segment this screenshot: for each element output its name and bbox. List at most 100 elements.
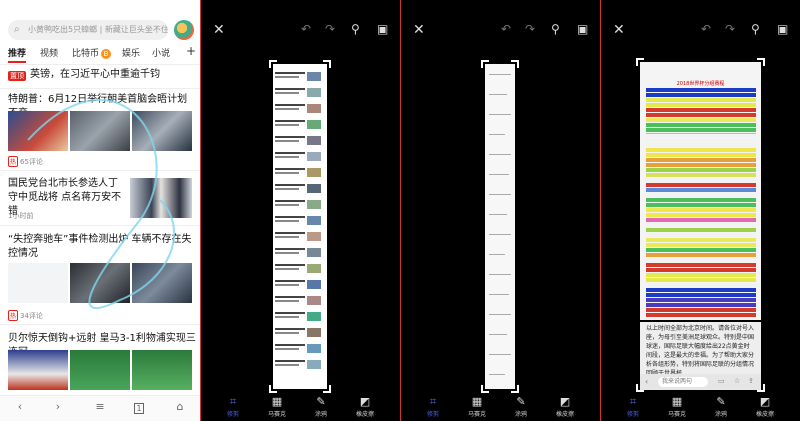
- save-icon[interactable]: ▣: [577, 22, 588, 36]
- crop-handle[interactable]: [636, 384, 644, 392]
- close-icon[interactable]: ✕: [213, 22, 225, 38]
- sheet-row: [646, 298, 756, 302]
- redo-icon[interactable]: ↷: [725, 22, 735, 36]
- mosaic-tool[interactable]: ▦ 马赛克: [457, 395, 497, 418]
- crop-handle[interactable]: [269, 60, 277, 68]
- news-meta: 热 65评论: [8, 156, 43, 167]
- close-icon[interactable]: ✕: [413, 22, 425, 38]
- sheet-row: [646, 133, 756, 137]
- thumb-row: [275, 328, 323, 338]
- bitcoin-badge: B: [101, 49, 112, 59]
- crop-handle[interactable]: [323, 385, 331, 393]
- editor-toolbar: ✕ ↶ ↷ ⚲ ▣: [601, 0, 800, 50]
- sheet-row: [646, 213, 756, 217]
- home-icon[interactable]: ⌂: [172, 400, 188, 413]
- schedule-sheet[interactable]: 2018世界杯分组赛程: [640, 62, 761, 320]
- brush-tool[interactable]: ✎ 涂鸦: [501, 395, 541, 418]
- long-screenshot[interactable]: [273, 64, 327, 389]
- text-line: [489, 154, 511, 155]
- add-tab-button[interactable]: +: [186, 44, 196, 58]
- bottom-nav: ‹ › ≡ 1 ⌂: [0, 395, 200, 421]
- tab-novel[interactable]: 小说: [152, 46, 170, 59]
- news-image: [132, 263, 192, 303]
- sheet-row: [646, 233, 756, 237]
- search-input[interactable]: ⌕ 小黄鸭吃出5只蟑螂 | 新藏让巨头坐不住: [8, 20, 168, 40]
- sheet-row: [646, 228, 756, 232]
- sheet-row: [646, 203, 756, 207]
- tool-label: 橡皮擦: [555, 411, 574, 418]
- sheet-row: [646, 188, 756, 192]
- eraser-tool[interactable]: ◩ 橡皮擦: [745, 395, 785, 418]
- brush-tool[interactable]: ✎ 涂鸦: [701, 395, 741, 418]
- save-icon[interactable]: ▣: [377, 22, 388, 36]
- crop-icon: ⌗: [429, 395, 437, 408]
- sheet-row: [646, 108, 756, 112]
- brush-icon: ✎: [316, 395, 326, 408]
- thumb-row: [275, 296, 323, 306]
- thumb-row: [275, 216, 323, 226]
- brush-tool[interactable]: ✎ 涂鸦: [301, 395, 341, 418]
- tab-recommend[interactable]: 推荐: [8, 46, 27, 63]
- tab-video[interactable]: 视频: [40, 46, 58, 59]
- eraser-tool[interactable]: ◩ 橡皮擦: [345, 395, 385, 418]
- mosaic-icon: ▦: [471, 395, 483, 408]
- eraser-tool[interactable]: ◩ 橡皮擦: [545, 395, 585, 418]
- long-screenshot[interactable]: [485, 64, 515, 389]
- crop-tool[interactable]: ⌗ 修剪: [613, 395, 653, 418]
- sheet-row: [646, 283, 756, 287]
- tab-entertainment[interactable]: 娱乐: [122, 46, 140, 59]
- redo-icon[interactable]: ↷: [525, 22, 535, 36]
- tabs-count-icon[interactable]: 1: [134, 403, 144, 414]
- share-icon[interactable]: ⚲: [551, 22, 560, 36]
- crop-handle[interactable]: [481, 60, 489, 68]
- news-title[interactable]: “失控奔驰车”事件检测出炉 车辆不存在失控情况: [8, 233, 196, 261]
- undo-icon[interactable]: ↶: [501, 22, 511, 36]
- redo-icon[interactable]: ↷: [325, 22, 335, 36]
- mosaic-tool[interactable]: ▦ 马赛克: [257, 395, 297, 418]
- mosaic-icon: ▦: [671, 395, 683, 408]
- crop-handle[interactable]: [511, 60, 519, 68]
- forward-icon[interactable]: ›: [50, 400, 66, 413]
- share-icon[interactable]: ⚲: [751, 22, 760, 36]
- text-line: [489, 74, 511, 75]
- mosaic-tool[interactable]: ▦ 马赛克: [657, 395, 697, 418]
- back-icon[interactable]: ‹: [12, 400, 28, 413]
- text-line: [489, 94, 507, 95]
- star-icon[interactable]: ☆: [734, 377, 740, 385]
- text-line: [489, 174, 509, 175]
- avatar[interactable]: [174, 20, 194, 40]
- crop-handle[interactable]: [636, 58, 644, 66]
- comment-icon[interactable]: ▭: [718, 377, 725, 385]
- undo-icon[interactable]: ↶: [301, 22, 311, 36]
- undo-icon[interactable]: ↶: [701, 22, 711, 36]
- save-icon[interactable]: ▣: [777, 22, 788, 36]
- brush-icon: ✎: [516, 395, 526, 408]
- thumb-row: [275, 120, 323, 130]
- crop-handle[interactable]: [269, 385, 277, 393]
- sheet-row: [646, 168, 756, 172]
- share-icon[interactable]: ⚲: [351, 22, 360, 36]
- news-title[interactable]: 英镑，在习近平心中重逾千钧: [30, 68, 195, 82]
- crop-tool[interactable]: ⌗ 修剪: [413, 395, 453, 418]
- crop-handle[interactable]: [323, 60, 331, 68]
- sheet-row: [646, 148, 756, 152]
- crop-handle[interactable]: [757, 58, 765, 66]
- menu-icon[interactable]: ≡: [92, 400, 108, 413]
- crop-handle[interactable]: [757, 384, 765, 392]
- comment-bar: ‹ 我来说两句 ▭ ☆ ⇪: [640, 374, 761, 390]
- crop-tool[interactable]: ⌗ 修剪: [213, 395, 253, 418]
- sheet-row: [646, 258, 756, 262]
- sheet-row: [646, 208, 756, 212]
- comment-input[interactable]: 我来说两句: [658, 377, 708, 387]
- tab-bitcoin[interactable]: 比特币 B: [72, 46, 112, 59]
- share-icon[interactable]: ⇪: [748, 377, 754, 385]
- sheet-row: [646, 193, 756, 197]
- crop-handle[interactable]: [481, 385, 489, 393]
- sheet-row: [646, 198, 756, 202]
- crop-handle[interactable]: [511, 385, 519, 393]
- thumb-row: [275, 264, 323, 274]
- sheet-row: [646, 98, 756, 102]
- close-icon[interactable]: ✕: [613, 22, 625, 38]
- eraser-icon: ◩: [359, 395, 371, 408]
- back-icon[interactable]: ‹: [645, 377, 648, 386]
